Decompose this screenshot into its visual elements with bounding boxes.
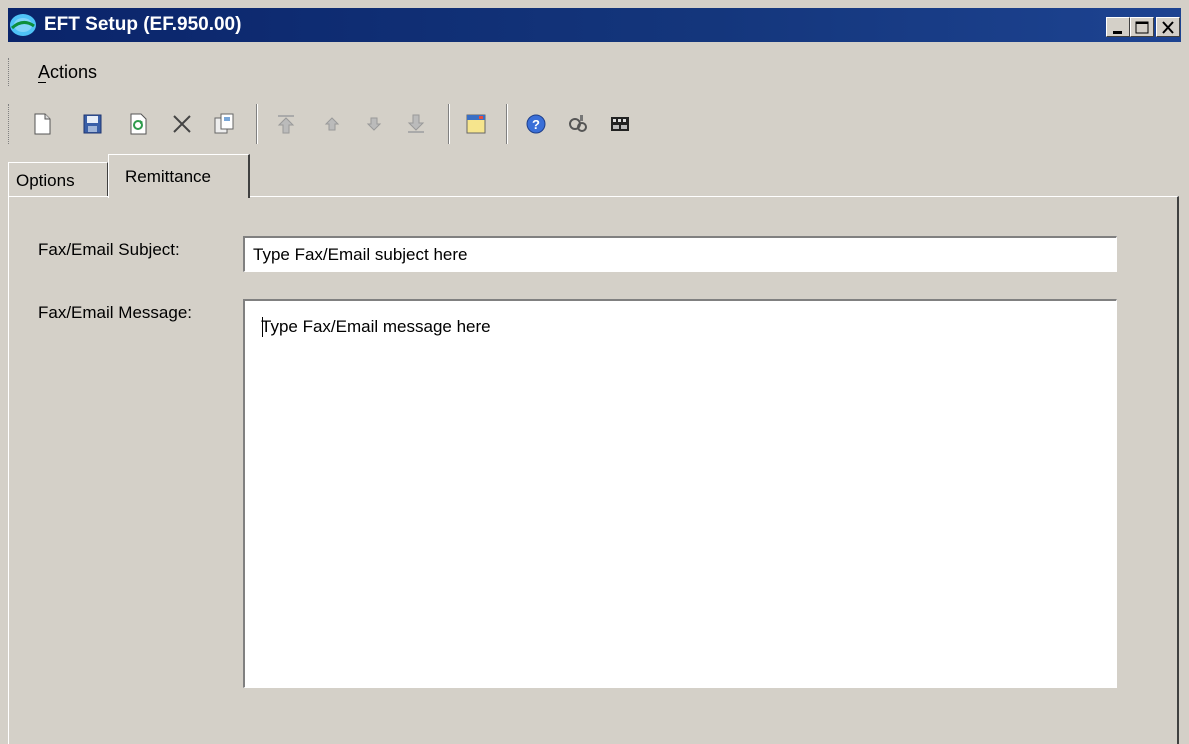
close-icon (1162, 21, 1174, 34)
eft-setup-window: EFT Setup (EF.950.00) Actions ? Options … (0, 0, 1189, 744)
toolbar-separator (448, 104, 450, 144)
fax-email-message-textarea[interactable]: Type Fax/Email message here (243, 299, 1117, 688)
help-button[interactable]: ? (518, 106, 554, 142)
next-icon (366, 117, 382, 131)
refresh-icon (130, 113, 147, 135)
previous-icon (324, 117, 340, 131)
tab-options[interactable]: Options (8, 162, 108, 196)
new-icon (34, 113, 51, 135)
fax-email-message-value: Type Fax/Email message here (261, 317, 491, 336)
copy-icon (214, 113, 234, 134)
toolbar-separator (256, 104, 258, 144)
maximize-button[interactable] (1130, 17, 1154, 37)
film-button[interactable] (602, 106, 638, 142)
tab-options-label: Options (16, 171, 75, 190)
menu-actions-label: Actions (38, 62, 98, 82)
tab-remittance-label: Remittance (125, 167, 211, 186)
window-icon (466, 114, 486, 134)
delete-icon (173, 115, 191, 133)
fax-email-subject-value: Type Fax/Email subject here (253, 245, 468, 264)
menu-bar (8, 56, 1181, 88)
new-button[interactable] (24, 106, 60, 142)
fax-email-subject-input[interactable]: Type Fax/Email subject here (243, 236, 1117, 272)
delete-button[interactable] (164, 106, 200, 142)
window-button[interactable] (458, 106, 494, 142)
last-record-button[interactable] (398, 106, 434, 142)
minimize-button[interactable] (1106, 17, 1130, 37)
previous-record-button[interactable] (314, 106, 350, 142)
next-record-button[interactable] (356, 106, 392, 142)
first-record-button[interactable] (268, 106, 304, 142)
text-caret (262, 317, 263, 337)
fax-email-message-label: Fax/Email Message: (38, 303, 192, 322)
title-bar[interactable]: EFT Setup (EF.950.00) (8, 8, 1181, 42)
help-icon: ? (526, 114, 546, 134)
toolbar-separator (506, 104, 508, 144)
save-button[interactable] (74, 106, 110, 142)
copy-button[interactable] (206, 106, 242, 142)
first-icon (277, 115, 295, 134)
tab-remittance[interactable]: Remittance (108, 154, 250, 198)
menu-grip[interactable] (8, 58, 12, 86)
last-icon (407, 114, 425, 133)
menu-actions-underline (38, 82, 46, 83)
svg-text:?: ? (532, 117, 540, 132)
refresh-button[interactable] (120, 106, 156, 142)
fax-email-subject-label: Fax/Email Subject: (38, 240, 180, 259)
film-icon (611, 117, 629, 131)
window-title: EFT Setup (EF.950.00) (44, 14, 242, 35)
wizard-icon (569, 115, 587, 132)
minimize-icon (1113, 31, 1122, 34)
menu-actions[interactable]: Actions (38, 62, 97, 83)
maximize-icon (1135, 21, 1149, 34)
close-button[interactable] (1156, 17, 1180, 37)
save-icon (83, 114, 102, 134)
toolbar-grip[interactable] (8, 104, 12, 144)
app-icon (10, 14, 36, 36)
wizard-button[interactable] (560, 106, 596, 142)
